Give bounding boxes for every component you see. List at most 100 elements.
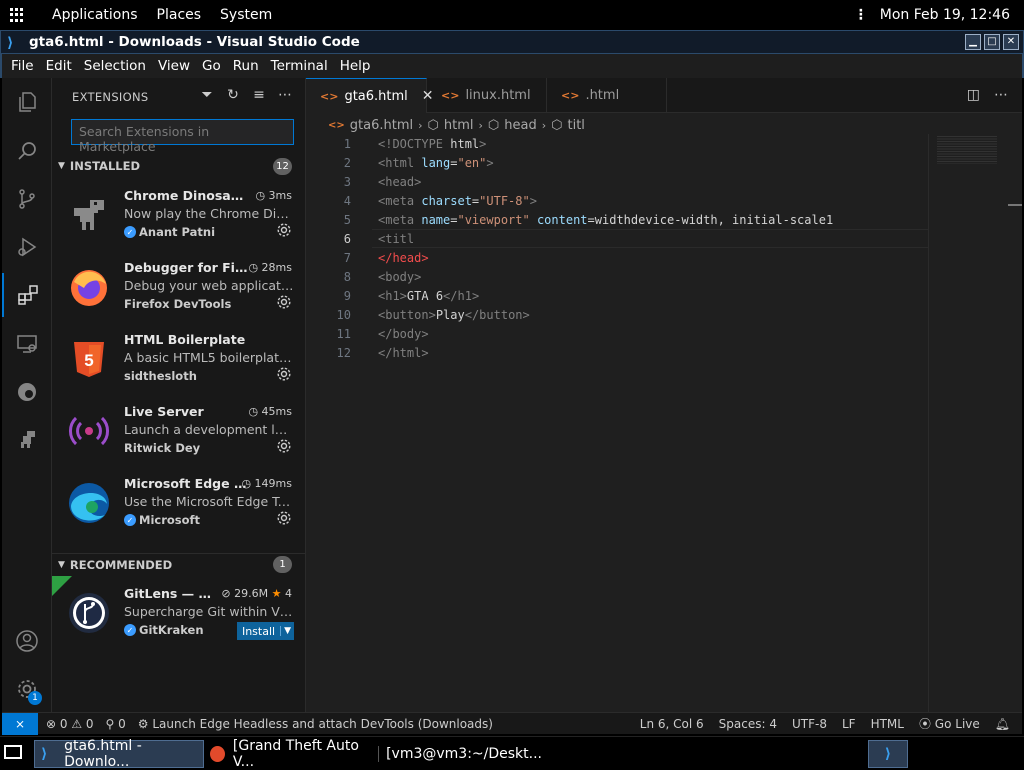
extensions-search-input[interactable]: Search Extensions in Marketplace	[71, 119, 294, 145]
code-line[interactable]: 7</head>	[306, 248, 928, 267]
breadcrumb-html[interactable]: html	[444, 118, 474, 133]
extension-description: A basic HTML5 boilerplate ...	[124, 350, 294, 365]
code-line[interactable]: 9<h1>GTA 6</h1>	[306, 286, 928, 305]
code-line[interactable]: 12 </html>	[306, 343, 928, 362]
tab-gta6[interactable]: <>gta6.html✕	[306, 78, 427, 113]
breadcrumb-titl[interactable]: titl	[568, 118, 585, 133]
show-desktop-icon[interactable]	[4, 745, 22, 759]
code-line[interactable]: 4<meta charset="UTF-8">	[306, 191, 928, 210]
kebab-icon[interactable]: ⋮	[854, 7, 868, 23]
indentation[interactable]: Spaces: 4	[719, 717, 777, 731]
code-line[interactable]: 2<html lang="en">	[306, 153, 928, 172]
window-titlebar[interactable]: ⟩ gta6.html - Downloads - Visual Studio …	[0, 30, 1024, 54]
menu-edit[interactable]: Edit	[40, 58, 78, 74]
extension-name: GitLens — Gi...	[124, 586, 219, 601]
menu-run[interactable]: Run	[227, 58, 265, 74]
extension-item[interactable]: Debugger for Firefox ◷ 28ms Debug your w…	[52, 256, 306, 328]
go-live-button[interactable]: ⦿ Go Live	[919, 715, 980, 732]
live-server-icon	[68, 410, 110, 452]
tab-linux[interactable]: <>linux.html	[427, 78, 547, 113]
minimize-button[interactable]: ▁	[965, 34, 981, 50]
places-menu[interactable]: Places	[157, 7, 202, 23]
more-icon[interactable]: ⋯	[277, 87, 293, 103]
ports-indicator[interactable]: ⚲ 0	[106, 717, 126, 731]
problems-indicator[interactable]: ⊗ 0 ⚠ 0	[46, 717, 94, 731]
extension-item[interactable]: GitLens — Gi... ⊘ 29.6M ★ 4 Supercharge …	[52, 582, 306, 654]
more-actions-icon[interactable]: ⋯	[994, 87, 1008, 103]
task-vscode[interactable]: ⟩gta6.html - Downlo...	[34, 740, 204, 768]
close-window-button[interactable]: ✕	[1003, 34, 1019, 50]
line-number: 12	[306, 346, 351, 360]
extension-name: Chrome Dinosaur G...	[124, 188, 252, 203]
system-menu[interactable]: System	[220, 7, 272, 23]
run-debug-icon[interactable]	[2, 225, 52, 269]
extension-description: Now play the Chrome Dino...	[124, 206, 294, 221]
workspace-switcher[interactable]: ⟩	[868, 740, 908, 768]
code-line[interactable]: 6<titl	[306, 229, 928, 248]
breadcrumb-file[interactable]: gta6.html	[350, 118, 413, 133]
search-icon[interactable]	[2, 129, 52, 173]
task-terminal[interactable]: [vm3@vm3:~/Deskt...	[372, 740, 542, 768]
code-line[interactable]: 8<body>	[306, 267, 928, 286]
menu-selection[interactable]: Selection	[78, 58, 152, 74]
manage-gear-icon[interactable]	[276, 438, 292, 454]
menu-bar: File Edit Selection View Go Run Terminal…	[0, 54, 1024, 78]
recommended-section-header[interactable]: ▼ RECOMMENDED 1	[52, 553, 306, 575]
source-control-icon[interactable]	[2, 177, 52, 221]
clear-icon[interactable]: ≡	[251, 87, 267, 103]
extension-item[interactable]: Live Server ◷ 45ms Launch a development …	[52, 400, 306, 472]
clock[interactable]: Mon Feb 19, 12:46	[880, 7, 1010, 23]
explorer-icon[interactable]	[2, 80, 52, 124]
settings-gear-icon[interactable]: 1	[2, 667, 52, 711]
activation-time: ◷ 149ms	[241, 477, 292, 490]
code-line[interactable]: 3<head>	[306, 172, 928, 191]
account-icon[interactable]	[2, 619, 52, 663]
code-line[interactable]: 10<button>Play</button>	[306, 305, 928, 324]
apps-grid-icon[interactable]	[10, 8, 24, 22]
code-text: <body>	[378, 270, 421, 284]
refresh-icon[interactable]: ↻	[225, 87, 241, 103]
extension-item[interactable]: Microsoft Edge To... ◷ 149ms Use the Mic…	[52, 472, 306, 544]
menu-view[interactable]: View	[152, 58, 196, 74]
remote-explorer-icon[interactable]	[2, 322, 52, 366]
installed-section-header[interactable]: ▼ INSTALLED 12	[52, 155, 306, 177]
launch-edge-item[interactable]: ⚙ Launch Edge Headless and attach DevToo…	[138, 717, 493, 731]
edge-devtools-icon[interactable]	[2, 370, 52, 414]
line-number: 1	[306, 137, 351, 151]
menu-terminal[interactable]: Terminal	[265, 58, 334, 74]
tab-html[interactable]: <>.html	[547, 78, 667, 113]
language-mode[interactable]: HTML	[871, 717, 904, 731]
extension-item[interactable]: 5 HTML Boilerplate A basic HTML5 boilerp…	[52, 328, 306, 400]
cursor-position[interactable]: Ln 6, Col 6	[640, 717, 704, 731]
vertical-scrollbar[interactable]	[1008, 134, 1022, 712]
maximize-button[interactable]: □	[984, 34, 1000, 50]
manage-gear-icon[interactable]	[276, 222, 292, 238]
encoding[interactable]: UTF-8	[792, 717, 827, 731]
code-line[interactable]: 5<meta name="viewport" content=widthdevi…	[306, 210, 928, 229]
filter-icon[interactable]: ⏷	[199, 87, 215, 103]
task-firefox[interactable]: [Grand Theft Auto V...	[204, 740, 374, 768]
menu-file[interactable]: File	[2, 58, 40, 74]
end-of-line[interactable]: LF	[842, 717, 856, 731]
editor-area: <>gta6.html✕ <>linux.html <>.html ◫ ⋯ <>…	[306, 78, 1022, 712]
html-file-icon: <>	[561, 89, 579, 102]
install-button[interactable]: Install▼	[237, 622, 294, 640]
menu-help[interactable]: Help	[334, 58, 377, 74]
manage-gear-icon[interactable]	[276, 510, 292, 526]
applications-menu[interactable]: Applications	[52, 7, 138, 23]
menu-go[interactable]: Go	[196, 58, 227, 74]
extension-item[interactable]: Chrome Dinosaur G... ◷ 3ms Now play the …	[52, 184, 306, 256]
minimap[interactable]	[928, 134, 1002, 712]
code-line[interactable]: 1<!DOCTYPE html>	[306, 134, 928, 153]
remote-indicator-icon[interactable]: ⨯	[2, 713, 38, 735]
code-editor[interactable]: 1<!DOCTYPE html>2<html lang="en">3<head>…	[306, 134, 928, 714]
code-line[interactable]: 11</body>	[306, 324, 928, 343]
code-text: </html>	[378, 346, 429, 360]
extensions-icon[interactable]	[2, 273, 52, 317]
notifications-bell-icon[interactable]: 🔔︎	[995, 717, 1010, 731]
breadcrumb-head[interactable]: head	[504, 118, 536, 133]
manage-gear-icon[interactable]	[276, 294, 292, 310]
dino-activity-icon[interactable]	[2, 418, 52, 462]
split-editor-icon[interactable]: ◫	[967, 87, 980, 103]
manage-gear-icon[interactable]	[276, 366, 292, 382]
